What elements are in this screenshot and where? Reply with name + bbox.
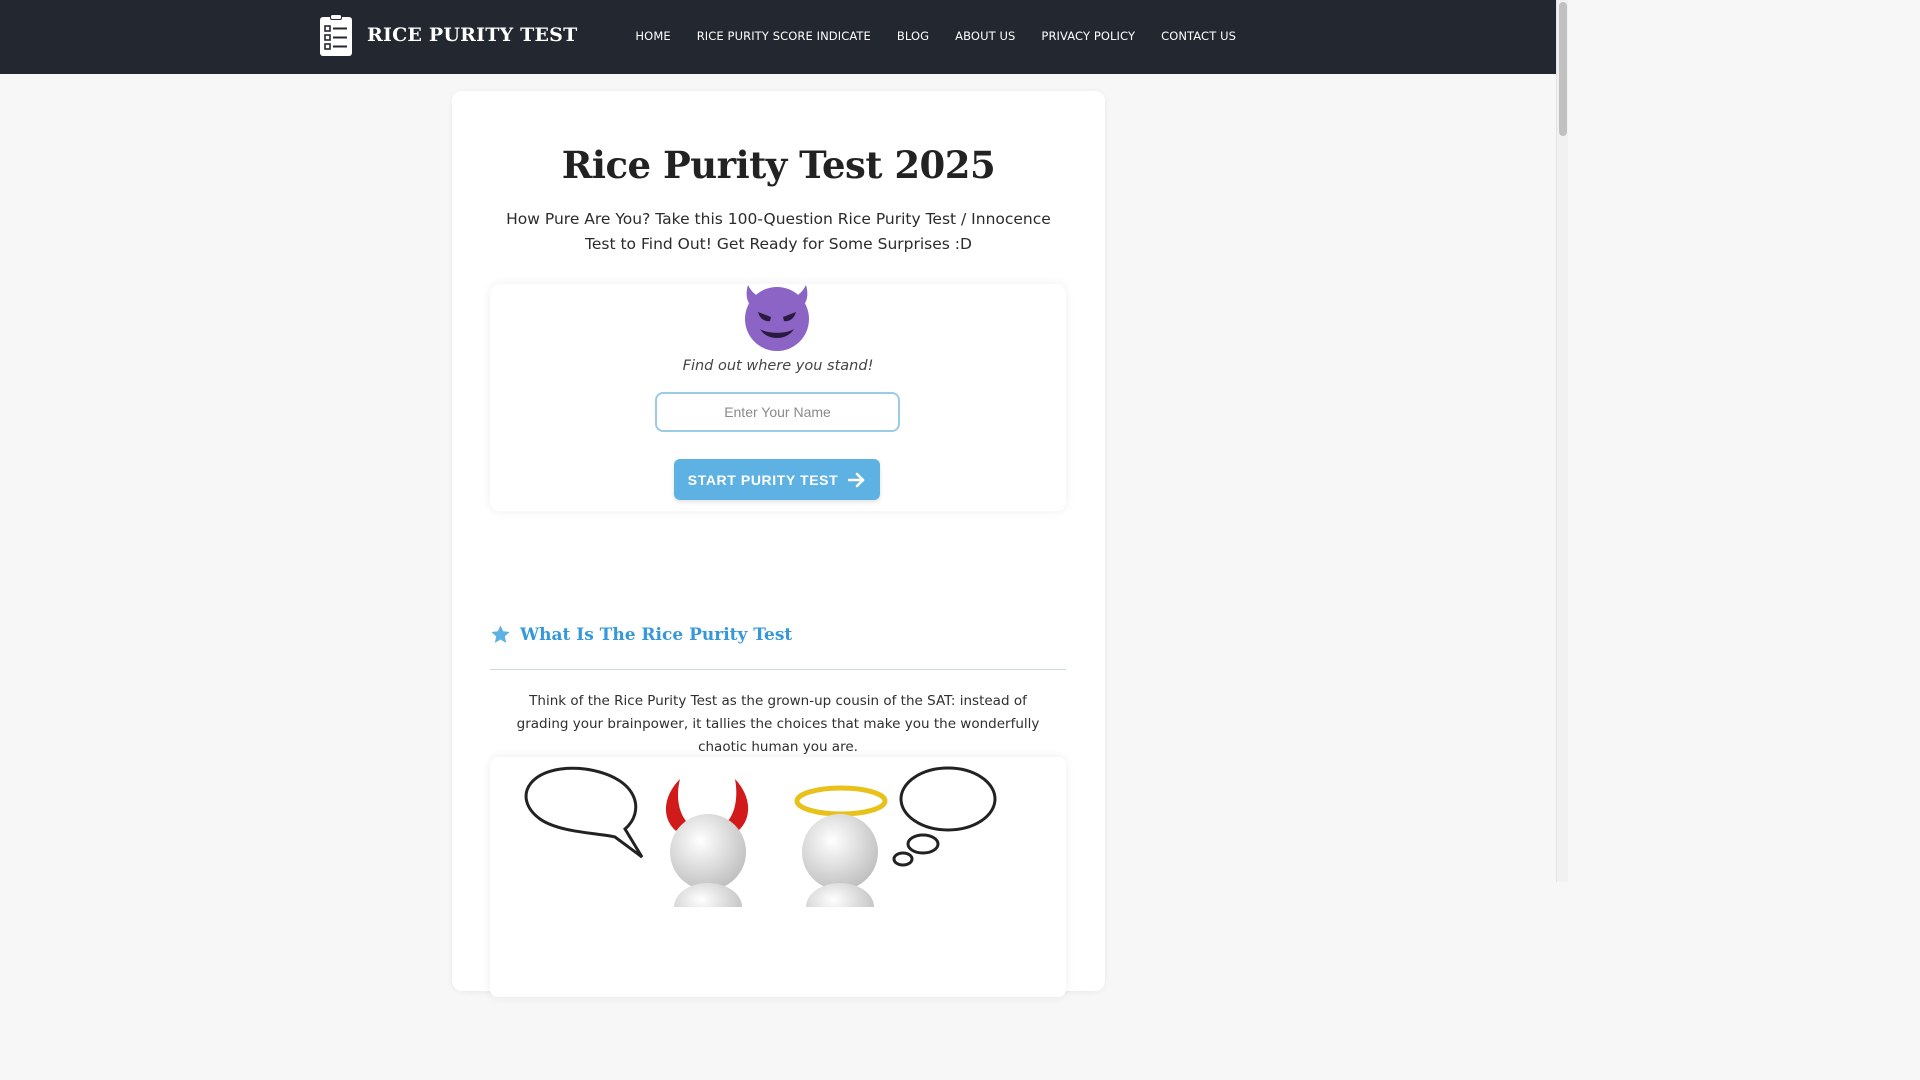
star-icon bbox=[491, 625, 510, 643]
nav-privacy-policy[interactable]: PRIVACY POLICY bbox=[1041, 29, 1135, 43]
main-card: Rice Purity Test 2025 How Pure Are You? … bbox=[452, 91, 1105, 997]
start-purity-test-button[interactable]: START PURITY TEST bbox=[674, 459, 880, 500]
page-scrollbar[interactable] bbox=[1556, 0, 1568, 882]
tagline: Find out where you stand! bbox=[682, 358, 874, 374]
main-nav: HOME RICE PURITY SCORE INDICATE BLOG ABO… bbox=[609, 29, 1236, 43]
scrollbar-thumb[interactable] bbox=[1559, 2, 1567, 136]
clipboard-checklist-icon bbox=[320, 14, 352, 56]
nav-blog[interactable]: BLOG bbox=[897, 29, 929, 43]
name-input[interactable] bbox=[655, 392, 900, 432]
site-header: RICE PURITY TEST HOME RICE PURITY SCORE … bbox=[0, 0, 1556, 74]
illustration-card bbox=[490, 757, 1066, 997]
devil-and-angel-thought-bubbles-illustration bbox=[524, 766, 997, 907]
page-subtitle: How Pure Are You? Take this 100-Question… bbox=[506, 210, 1051, 253]
smiling-devil-icon bbox=[745, 285, 809, 351]
nav-contact-us[interactable]: CONTACT US bbox=[1161, 29, 1236, 43]
section-header: What Is The Rice Purity Test bbox=[490, 624, 792, 645]
arrow-right-icon bbox=[848, 472, 865, 487]
section-title: What Is The Rice Purity Test bbox=[520, 624, 793, 645]
page-title: Rice Purity Test 2025 bbox=[561, 143, 996, 187]
nav-home[interactable]: HOME bbox=[635, 29, 670, 43]
nav-about-us[interactable]: ABOUT US bbox=[955, 29, 1015, 43]
section-paragraph: Think of the Rice Purity Test as the gro… bbox=[516, 693, 1040, 755]
section-divider bbox=[490, 669, 1066, 670]
nav-score-indicate[interactable]: RICE PURITY SCORE INDICATE bbox=[697, 29, 871, 43]
site-name[interactable]: RICE PURITY TEST bbox=[367, 24, 577, 46]
start-button-label: START PURITY TEST bbox=[687, 471, 839, 488]
start-test-card: Find out where you stand! START PURITY T… bbox=[490, 284, 1066, 511]
site-logo[interactable]: RICE PURITY TEST bbox=[320, 14, 577, 56]
